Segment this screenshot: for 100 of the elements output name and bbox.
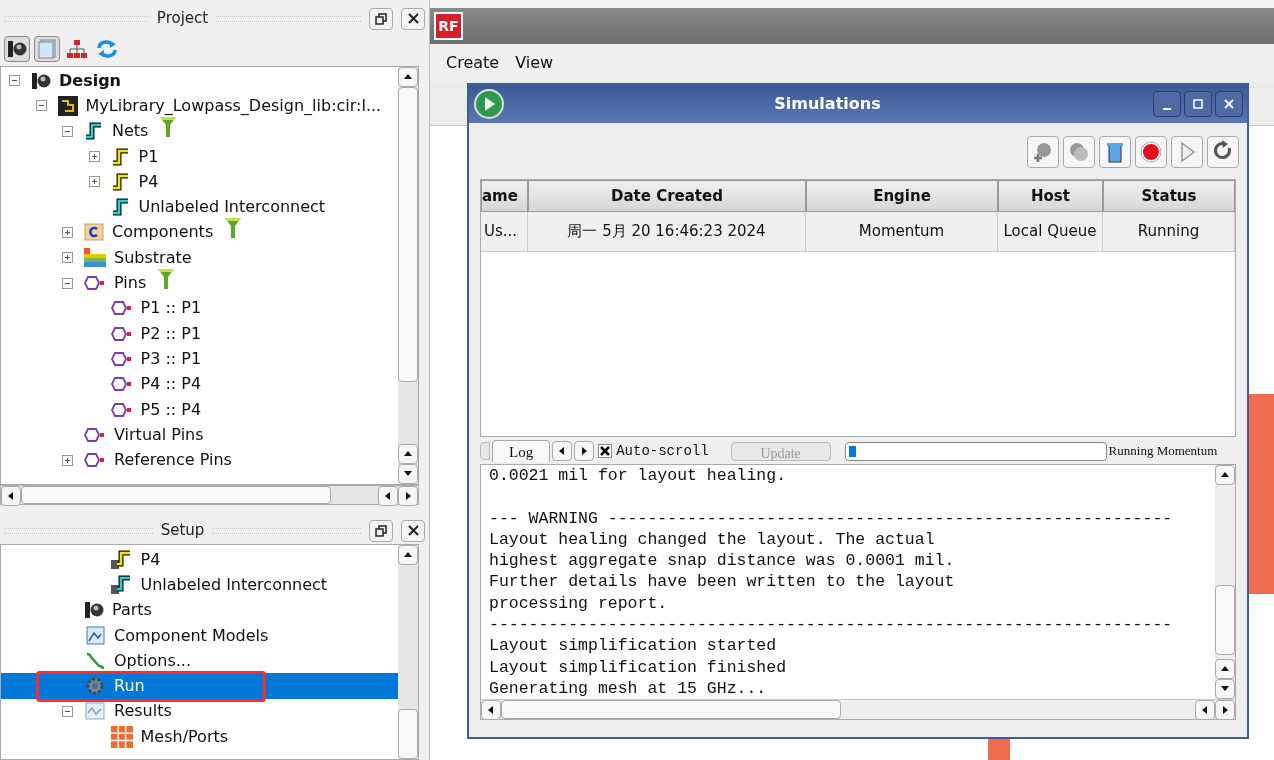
scroll-up-button[interactable] [398,444,418,464]
tree-item[interactable]: Components [1,219,398,246]
tree-item[interactable]: Virtual Pins [1,422,398,448]
tree-item[interactable]: P1 [1,143,398,170]
scroll-left-button[interactable] [378,486,398,506]
tree-label: Results [114,700,172,723]
column-header[interactable]: Status [1103,180,1235,212]
tree-item[interactable]: P4 [1,169,398,195]
stop-button[interactable] [1135,136,1167,168]
vertical-scrollbar[interactable] [398,67,418,484]
tree-item[interactable]: Options... [1,648,398,674]
gear-icon [84,676,106,697]
substrate-icon [84,247,106,268]
log-tab[interactable]: Log [492,440,551,462]
scroll-thumb[interactable] [398,709,418,759]
hierarchy-icon[interactable] [67,39,87,59]
column-header[interactable]: ame [481,180,528,212]
scroll-down-button[interactable] [1215,679,1235,699]
tree-item[interactable]: Design [1,68,398,94]
design-view-button[interactable] [4,36,30,62]
collapse-icon[interactable] [62,705,73,717]
scroll-down-button[interactable] [398,464,418,484]
horizontal-scrollbar[interactable] [481,699,1235,719]
collapse-icon[interactable] [35,100,47,112]
log-line: --- WARNING --------------------------------------------------------- [489,507,1173,529]
tree-item[interactable]: Pins [1,270,398,296]
tab-right-button[interactable] [574,441,595,461]
scroll-up-button[interactable] [398,67,418,87]
tree-label: P4 [140,548,161,571]
tree-item[interactable]: Nets [1,118,398,144]
check-mark-icon [600,446,611,456]
scroll-right-button[interactable] [1215,700,1235,720]
tree-item[interactable]: Unlabeled Interconnect [1,194,398,220]
chart-document-icon [84,625,106,646]
tree-item[interactable]: P4 [1,547,398,573]
collapse-icon[interactable] [9,75,20,87]
pin-icon [84,453,106,468]
scroll-right-button[interactable] [398,486,418,506]
filter-icon[interactable] [225,218,242,239]
maximize-button[interactable] [1184,91,1212,117]
scroll-left-button[interactable] [1195,700,1215,720]
scroll-up-button[interactable] [1215,659,1235,679]
tree-item[interactable]: Unlabeled Interconnect [1,572,398,598]
tree-item[interactable]: P2 :: P1 [1,320,398,347]
collapse-icon[interactable] [62,125,73,137]
start-button[interactable] [1171,136,1203,168]
scroll-up-button[interactable] [1215,465,1235,485]
filter-icon[interactable] [158,269,175,289]
tree-item[interactable]: P3 :: P1 [1,346,398,372]
pin-icon [110,301,133,316]
tree-item[interactable]: Component Models [1,622,398,649]
tree-item[interactable]: Substrate [1,245,398,271]
expand-icon[interactable] [88,151,100,163]
chart-document-icon [84,701,106,722]
tree-label: P4 [138,170,159,193]
restore-button[interactable] [369,519,393,542]
copy-button[interactable] [1063,136,1095,168]
column-header[interactable]: Date Created [528,180,806,212]
minimize-button[interactable] [1153,91,1181,117]
tree-item[interactable]: Results [1,698,398,725]
expand-icon[interactable] [88,176,100,188]
scroll-left-button[interactable] [1,486,21,506]
net-icon [110,198,131,217]
tree-item[interactable]: Parts [1,597,398,623]
close-button[interactable] [401,7,425,30]
refresh-icon[interactable] [96,39,118,59]
vertical-scrollbar[interactable] [1215,465,1235,699]
vertical-scrollbar[interactable] [398,545,418,759]
horizontal-scrollbar[interactable] [0,485,419,505]
auto-scroll-checkbox[interactable] [598,444,613,458]
scroll-up-button[interactable] [398,545,418,565]
restore-button[interactable] [369,7,393,30]
panel-title: Setup [160,520,205,542]
expand-icon[interactable] [62,252,73,264]
close-button[interactable] [401,519,425,542]
menu-item[interactable]: View [515,51,554,75]
panel-title: Project [156,8,209,30]
tree-item[interactable]: MyLibrary_Lowpass_Design_lib:cir:l... [1,93,398,119]
table-cell: 周一 5月 20 16:46:23 2024 [528,212,806,251]
tree-item[interactable]: P1 :: P1 [1,295,398,321]
tree-label: Components [112,221,214,244]
tree-item[interactable]: Reference Pins [1,447,398,473]
close-button[interactable] [1215,91,1243,117]
collapse-icon[interactable] [62,277,73,289]
reset-button[interactable] [1207,136,1239,168]
tree-item[interactable]: Run [1,673,398,699]
tree-label: P1 :: P1 [140,297,202,320]
delete-button[interactable] [1099,136,1131,168]
add-button[interactable] [1027,136,1059,168]
tab-left-button[interactable] [552,441,573,461]
column-header[interactable]: Host [998,180,1103,212]
tree-item[interactable]: Mesh/Ports [1,724,398,750]
scroll-left-button[interactable] [481,700,501,720]
column-header[interactable]: Engine [806,180,998,212]
expand-icon[interactable] [62,226,73,238]
menu-item[interactable]: Create [446,51,500,75]
expand-icon[interactable] [62,454,73,466]
tree-item[interactable]: P5 :: P4 [1,396,398,423]
tree-item[interactable]: P4 :: P4 [1,371,398,397]
filter-icon[interactable] [160,117,177,138]
